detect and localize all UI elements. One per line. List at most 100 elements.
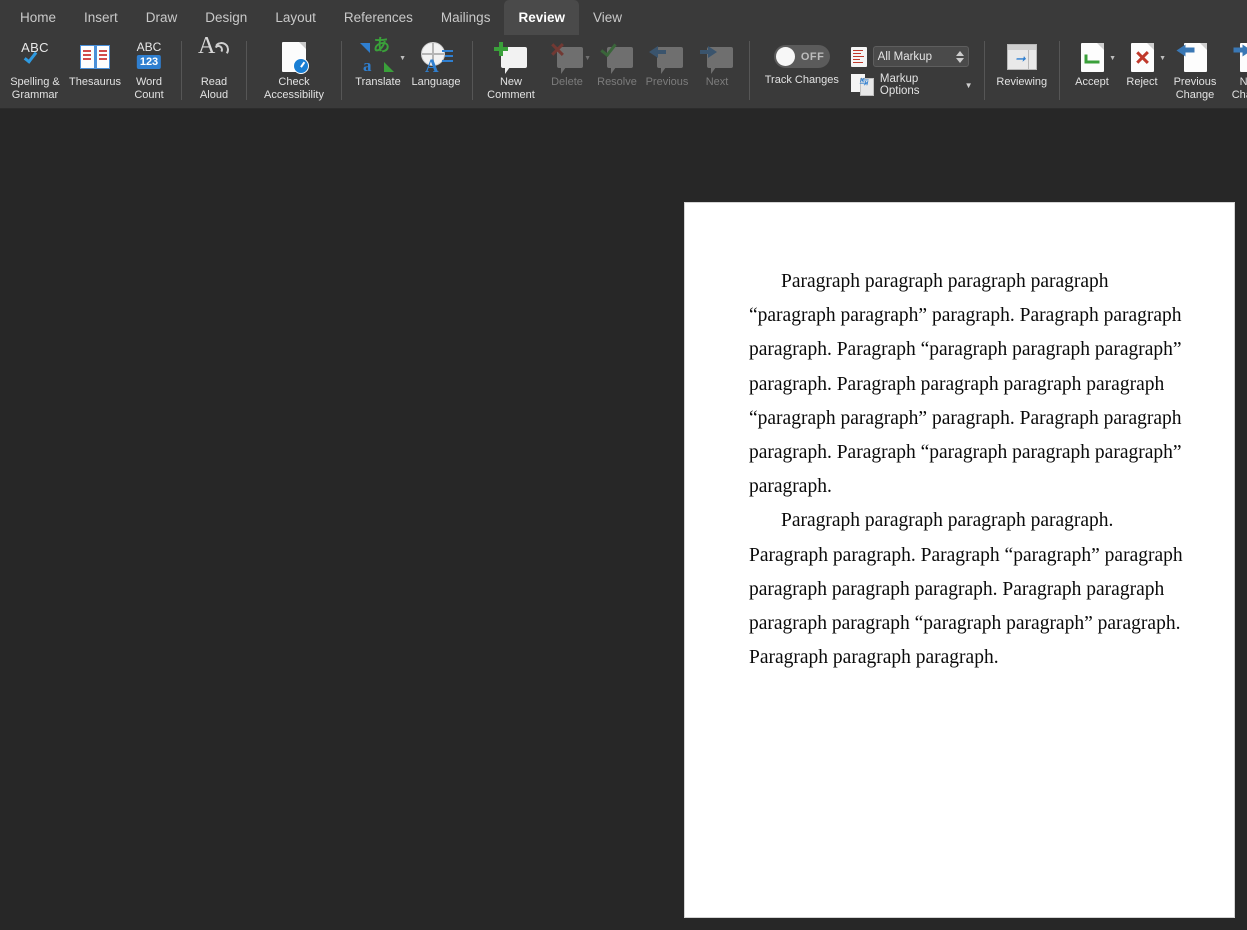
document-page[interactable]: Paragraph paragraph paragraph paragraph … (684, 202, 1235, 918)
resolve-comment-button[interactable]: Resolve (592, 35, 642, 108)
accept-check-page-icon (1081, 40, 1104, 74)
ribbon-group-language: aあ Translate ▼ A Language (349, 35, 465, 108)
language-label: Language (412, 76, 461, 88)
accessibility-page-icon (282, 40, 306, 74)
comment-next-icon (699, 40, 735, 74)
word-count-button[interactable]: ABC123 Word Count (124, 35, 174, 108)
tab-mailings[interactable]: Mailings (427, 0, 505, 35)
reviewing-pane-button[interactable]: ➞ Reviewing (992, 35, 1052, 108)
check-accessibility-button[interactable]: Check Accessibility (254, 35, 334, 108)
spelling-grammar-button[interactable]: ABC Spelling & Grammar (4, 35, 66, 108)
translate-label: Translate (355, 76, 400, 88)
track-changes-toggle[interactable]: OFF (774, 45, 830, 68)
new-comment-button[interactable]: New Comment (480, 35, 542, 108)
check-accessibility-label-line2: Accessibility (264, 89, 324, 101)
next-change-label-line2: Change (1232, 89, 1247, 101)
chevron-down-icon[interactable]: ▼ (399, 53, 406, 66)
track-changes-control[interactable]: OFF Track Changes (757, 35, 847, 108)
previous-change-button[interactable]: Previous Change (1167, 35, 1223, 108)
reject-button[interactable]: Reject ▼ (1117, 35, 1167, 108)
group-separator (1059, 41, 1060, 100)
read-aloud-label-line1: Read (201, 76, 227, 88)
markup-options-row[interactable]: ↹ Markup Options ▼ (851, 73, 973, 97)
language-globe-icon: A (419, 40, 453, 74)
resolve-comment-label: Resolve (597, 76, 637, 88)
track-changes-label: Track Changes (765, 74, 839, 86)
next-change-icon (1240, 40, 1247, 74)
thesaurus-button[interactable]: Thesaurus (66, 35, 124, 108)
next-comment-label: Next (706, 76, 729, 88)
tab-layout[interactable]: Layout (261, 0, 330, 35)
accept-button[interactable]: Accept ▼ (1067, 35, 1117, 108)
markup-options-label: Markup Options (880, 73, 959, 97)
group-separator (341, 41, 342, 100)
tab-draw[interactable]: Draw (132, 0, 192, 35)
spelling-grammar-label-line2: Grammar (12, 89, 58, 101)
group-separator (181, 41, 182, 100)
ribbon-group-accessibility: Check Accessibility (254, 35, 334, 108)
tab-view[interactable]: View (579, 0, 636, 35)
previous-change-label-line1: Previous (1174, 76, 1217, 88)
reject-label: Reject (1126, 76, 1157, 88)
markup-display-row: All Markup (851, 46, 973, 67)
check-accessibility-label-line1: Check (278, 76, 309, 88)
delete-comment-button[interactable]: Delete ▼ (542, 35, 592, 108)
track-changes-state: OFF (801, 51, 825, 63)
stepper-icon[interactable] (956, 51, 964, 63)
toggle-knob (776, 47, 795, 66)
new-comment-label-line1: New (500, 76, 522, 88)
chevron-down-icon[interactable]: ▼ (1109, 53, 1116, 66)
previous-comment-label: Previous (646, 76, 689, 88)
abc-check-icon: ABC (18, 40, 52, 74)
spelling-grammar-label-line1: Spelling & (10, 76, 60, 88)
translate-icon: aあ (360, 40, 396, 74)
group-separator (984, 41, 985, 100)
next-change-button[interactable]: Next Change (1223, 35, 1247, 108)
markup-page-icon (851, 47, 867, 67)
document-canvas[interactable]: Paragraph paragraph paragraph paragraph … (0, 110, 1247, 930)
accept-label: Accept (1075, 76, 1109, 88)
ribbon-group-proofing: ABC Spelling & Grammar Thesaurus (4, 35, 174, 108)
previous-change-icon (1184, 40, 1207, 74)
language-button[interactable]: A Language (407, 35, 465, 108)
tab-review[interactable]: Review (504, 0, 579, 35)
markup-options-icon: ↹ (851, 74, 874, 96)
ribbon-group-tracking: OFF Track Changes All Markup ↹ (757, 35, 1052, 108)
next-change-label-line1: Next (1240, 76, 1247, 88)
previous-comment-button[interactable]: Previous (642, 35, 692, 108)
abc-123-icon: ABC123 (132, 40, 166, 74)
markup-controls: All Markup ↹ Markup Options ▼ (847, 35, 977, 108)
chevron-down-icon[interactable]: ▼ (584, 53, 591, 66)
markup-display-select[interactable]: All Markup (873, 46, 969, 67)
group-separator (246, 41, 247, 100)
new-comment-label-line2: Comment (487, 89, 535, 101)
comment-resolve-icon (599, 40, 635, 74)
tab-design[interactable]: Design (191, 0, 261, 35)
comment-delete-icon (549, 40, 585, 74)
tab-insert[interactable]: Insert (70, 0, 132, 35)
reviewing-label: Reviewing (996, 76, 1047, 88)
read-aloud-button[interactable]: A Read Aloud (189, 35, 239, 108)
reviewing-pane-icon: ➞ (1007, 40, 1037, 74)
open-book-icon (80, 40, 110, 74)
word-count-label-line1: Word (136, 76, 162, 88)
tab-home[interactable]: Home (6, 0, 70, 35)
review-ribbon: ABC Spelling & Grammar Thesaurus (0, 35, 1247, 109)
document-body[interactable]: Paragraph paragraph paragraph paragraph … (749, 265, 1185, 675)
group-separator (472, 41, 473, 100)
chevron-down-icon[interactable]: ▼ (1159, 53, 1166, 66)
ribbon-group-changes: Accept ▼ Reject ▼ Previous Change (1067, 35, 1247, 108)
read-aloud-icon: A (197, 40, 231, 74)
tab-references[interactable]: References (330, 0, 427, 35)
thesaurus-label: Thesaurus (69, 76, 121, 88)
next-comment-button[interactable]: Next (692, 35, 742, 108)
ribbon-group-speech: A Read Aloud (189, 35, 239, 108)
translate-button[interactable]: aあ Translate ▼ (349, 35, 407, 108)
markup-display-value: All Markup (878, 51, 932, 63)
reject-x-page-icon (1131, 40, 1154, 74)
group-separator (749, 41, 750, 100)
delete-comment-label: Delete (551, 76, 583, 88)
previous-change-label-line2: Change (1176, 89, 1215, 101)
word-count-label-line2: Count (134, 89, 163, 101)
chevron-down-icon[interactable]: ▼ (965, 81, 973, 90)
